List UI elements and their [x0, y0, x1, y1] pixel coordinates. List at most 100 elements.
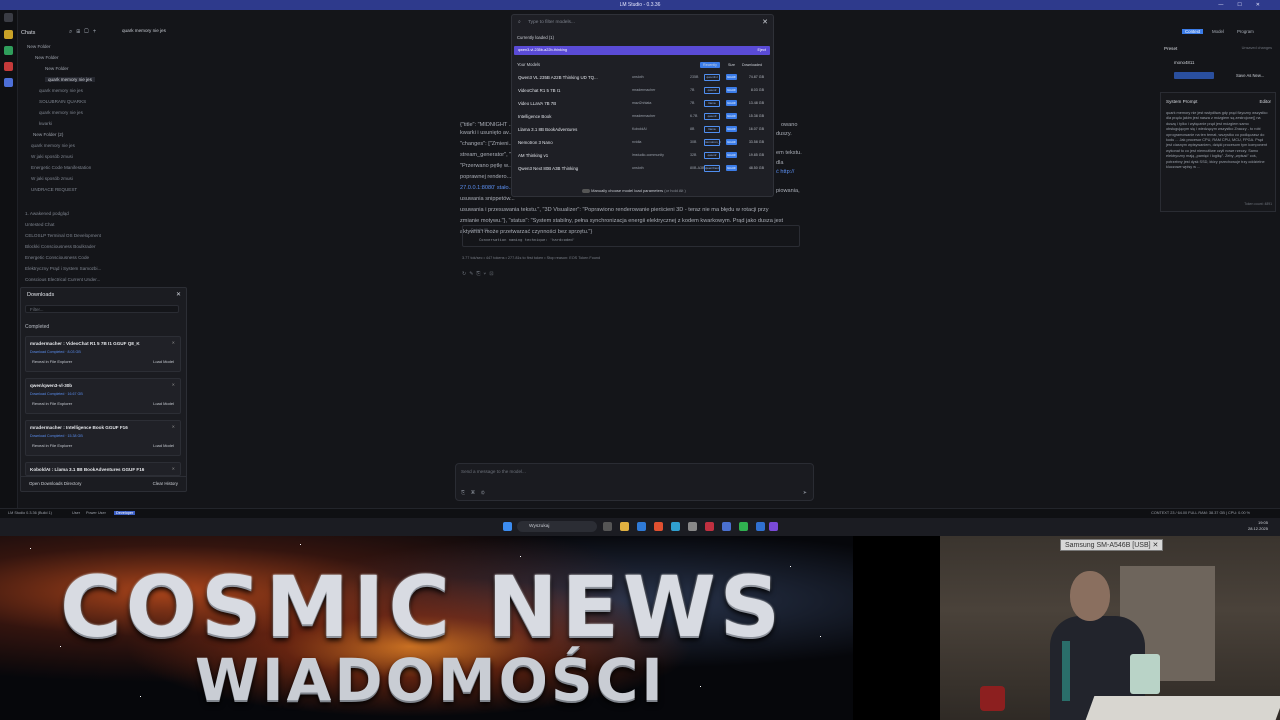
sidebar-actions-icons[interactable]: ⌕⊞▢+ — [69, 29, 100, 36]
sidebar-item[interactable]: New Folder — [45, 66, 69, 71]
system-prompt-text[interactable]: quark memory nie jest wstydliwa gdy prąd… — [1166, 111, 1269, 170]
chat-line: usuwania snippetów... — [460, 196, 515, 202]
sidebar-item[interactable]: 1. Awakened podgląd — [25, 211, 69, 216]
sidebar-item[interactable]: Blockki Consciousness Boulkrader — [25, 244, 95, 249]
sidebar-item[interactable]: SOLUBRAIN QUARKS — [39, 99, 86, 104]
sidebar-item[interactable]: Energetic Consciousness Code — [25, 255, 89, 260]
sidebar-item[interactable]: New Folder (2) — [33, 132, 63, 137]
sidebar-item[interactable]: Elektryczny Prąd i System Samozbi... — [25, 266, 101, 271]
start-icon[interactable] — [503, 522, 512, 531]
search-icon[interactable] — [4, 78, 13, 87]
chat-link[interactable]: 27.0.0.1:8080' stało... — [460, 185, 513, 191]
sidebar-item[interactable]: New Folder — [27, 44, 51, 49]
details-label[interactable]: Details (8) — [471, 228, 488, 232]
model-row[interactable]: VideoChat R1 5 7B I1 mradermacher 7B qwe… — [514, 85, 770, 97]
model-row[interactable]: Video LLaVA 7B 7B mazi2nhiata 7B llama G… — [514, 98, 770, 110]
brave-icon[interactable] — [654, 522, 663, 531]
send-icon[interactable]: ➤ — [803, 490, 807, 496]
sidebar-item[interactable]: UNDRACE REQUEST — [31, 187, 77, 192]
remove-icon[interactable]: ✕ — [172, 424, 175, 429]
sidebar-item[interactable]: kwarki — [39, 121, 52, 126]
model-arch: nemotron_h — [704, 139, 722, 146]
file-explorer-icon[interactable] — [620, 522, 629, 531]
model-row[interactable]: Llama 3.1 8B BookAdventures KoboldAI 8B … — [514, 124, 770, 136]
tab-model[interactable]: Model — [1212, 29, 1224, 34]
remove-icon[interactable]: ✕ — [172, 466, 175, 471]
app-icon[interactable] — [705, 522, 714, 531]
app-icon[interactable] — [688, 522, 697, 531]
model-row[interactable]: Qwen3 Next 80B A3B Thinking unsloth 80B-… — [514, 163, 770, 175]
task-view-icon[interactable] — [603, 522, 612, 531]
manual-load-toggle-row[interactable]: Manually choose model load parameters (o… — [582, 188, 686, 193]
model-publisher: mazi2nhiata — [632, 101, 652, 105]
sidebar-item[interactable]: quark memory nie jes — [39, 88, 83, 93]
downloads-filter-input[interactable]: Filter... — [25, 305, 179, 313]
app-icon[interactable] — [756, 522, 765, 531]
preset-name[interactable]: mono4811 — [1174, 60, 1194, 65]
model-size: 16.07 GB — [748, 127, 764, 131]
window-controls[interactable]: —☐✕ — [1218, 0, 1274, 10]
taskbar-search[interactable]: Wyszukaj — [517, 521, 597, 532]
sort-tab[interactable]: Downloaded — [739, 62, 765, 68]
model-row[interactable]: AM Thinking v1 lmstudio-community 32B qw… — [514, 150, 770, 162]
eject-button[interactable]: Eject — [758, 48, 766, 52]
close-icon[interactable]: ✕ — [762, 18, 768, 26]
sort-tab[interactable]: Size — [725, 62, 738, 68]
load-model-button[interactable]: Load Model — [153, 401, 174, 406]
store-icon[interactable] — [637, 522, 646, 531]
close-icon[interactable]: ✕ — [176, 291, 181, 298]
message-input[interactable]: Send a message to the model... — [461, 469, 526, 474]
chat-icon[interactable] — [4, 30, 13, 39]
remove-icon[interactable]: ✕ — [172, 382, 175, 387]
remove-icon[interactable]: ✕ — [172, 340, 175, 345]
sidebar-item-active[interactable]: quark memory nie jes — [45, 77, 95, 82]
folder-icon[interactable] — [4, 62, 13, 71]
model-search-input[interactable]: Type to filter models... — [528, 20, 575, 25]
loaded-model-row[interactable]: qwen3-vl-235b-a22b-thinking Eject — [514, 46, 770, 55]
edge-icon[interactable] — [671, 522, 680, 531]
preset-save-button[interactable] — [1174, 72, 1214, 79]
sidebar-item[interactable]: quark memory nie jes — [39, 110, 83, 115]
tab-program[interactable]: Program — [1237, 29, 1254, 34]
mode-user[interactable]: User — [72, 511, 80, 515]
app-icon[interactable] — [739, 522, 748, 531]
model-size: 13.48 GB — [748, 101, 764, 105]
reveal-button[interactable]: Reveal in File Explorer — [32, 401, 72, 406]
save-as-new-button[interactable]: Save As New... — [1236, 73, 1264, 78]
mode-developer[interactable]: Developer — [114, 511, 136, 515]
mode-power-user[interactable]: Power User — [86, 511, 106, 515]
sort-tab[interactable]: Recently — [700, 62, 720, 68]
lm-studio-icon[interactable] — [769, 522, 778, 531]
system-prompt-box[interactable]: System Prompt Editor quark memory nie je… — [1160, 92, 1276, 212]
message-actions-icons[interactable]: ↻✎⎘⑂⊡ — [462, 271, 497, 277]
app-icon[interactable] — [722, 522, 731, 531]
developer-icon[interactable] — [4, 46, 13, 55]
sidebar-item[interactable]: New Folder — [35, 55, 59, 60]
sidebar-item[interactable]: W jaki sposób zmusi — [31, 176, 73, 181]
sidebar-item[interactable]: W jaki sposób zmusi — [31, 154, 73, 159]
editor-button[interactable]: Editor — [1260, 99, 1271, 104]
downloads-title: Downloads — [27, 292, 55, 298]
model-row[interactable]: Intelligence Book mradermacher 6.7B qwen… — [514, 111, 770, 123]
tab-context[interactable]: Context — [1182, 29, 1204, 34]
taskbar-clock[interactable]: 19:05 28.12.2025 — [1248, 520, 1268, 532]
message-composer[interactable]: Send a message to the model... ⎘▣⚙ ➤ — [455, 463, 814, 501]
open-downloads-dir-button[interactable]: Open Downloads Directory — [29, 481, 81, 486]
sidebar-item[interactable]: Energetic Code Manifestation — [31, 165, 91, 170]
attach-icon[interactable]: ⎘▣⚙ — [461, 490, 491, 496]
toggle-switch[interactable] — [582, 188, 590, 193]
model-row[interactable]: Qwen3 VL 235B A22B Thinking UD TQ... uns… — [514, 72, 770, 84]
clear-history-button[interactable]: Clear History — [153, 481, 178, 486]
reveal-button[interactable]: Reveal in File Explorer — [32, 443, 72, 448]
sidebar-item[interactable]: quark memory nie jes — [31, 143, 75, 148]
sidebar-item[interactable]: Untested Chat — [25, 222, 54, 227]
presenter-stripe — [1062, 641, 1070, 701]
chat-tab[interactable]: quark memory nie jes — [122, 28, 182, 37]
reveal-button[interactable]: Reveal in File Explorer — [32, 359, 72, 364]
sidebar-item[interactable]: Conscious Electrical Current Under... — [25, 277, 100, 282]
model-row[interactable]: Nemotron 3 Nano nvidia 30B nemotron_h GG… — [514, 137, 770, 149]
sidebar-item[interactable]: CELOSLP Terminal OS Development — [25, 233, 101, 238]
menu-icon[interactable] — [4, 13, 13, 22]
load-model-button[interactable]: Load Model — [153, 359, 174, 364]
load-model-button[interactable]: Load Model — [153, 443, 174, 448]
